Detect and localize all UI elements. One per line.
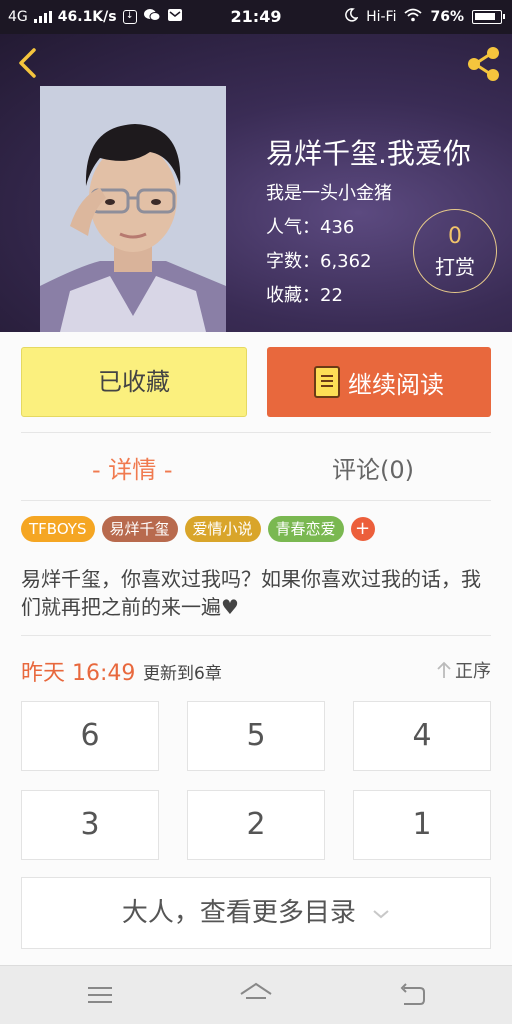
- chapter-button[interactable]: 5: [187, 701, 325, 771]
- book-title: 易烊千玺.我爱你: [266, 137, 471, 170]
- chevron-down-icon: [373, 909, 389, 918]
- tip-label: 打赏: [435, 255, 475, 279]
- battery-icon: [472, 10, 505, 24]
- moon-icon: [344, 8, 359, 26]
- chapter-button[interactable]: 4: [353, 701, 491, 771]
- menu-icon: [88, 987, 112, 1003]
- tab-detail[interactable]: - 详情 -: [92, 450, 173, 485]
- back-arrow-icon: [19, 48, 36, 78]
- tip-button[interactable]: 0 打赏: [413, 209, 497, 293]
- cover-portrait-image: [40, 86, 226, 332]
- wifi-icon: [404, 8, 423, 26]
- sort-label: 正序: [455, 661, 491, 682]
- tag-item[interactable]: TFBOYS: [21, 516, 95, 542]
- update-text: 更新到6章: [143, 664, 222, 684]
- menu-button[interactable]: [80, 980, 120, 1010]
- status-right: Hi-Fi 76%: [344, 8, 505, 26]
- share-button[interactable]: [464, 44, 504, 84]
- divider: [21, 635, 491, 636]
- back-nav-icon: [400, 983, 425, 1005]
- system-nav-bar: [0, 965, 512, 1024]
- chapter-button[interactable]: 2: [187, 790, 325, 860]
- update-time: 昨天 16:49: [21, 661, 136, 686]
- book-author: 我是一头小金猪: [266, 183, 392, 204]
- home-button[interactable]: [236, 980, 276, 1010]
- back-button[interactable]: [14, 46, 42, 80]
- battery-percent: 76%: [430, 9, 464, 25]
- tip-count: 0: [448, 224, 462, 249]
- tag-item[interactable]: 易烊千玺: [101, 516, 178, 542]
- book-icon: [314, 366, 340, 398]
- popularity-stat: 人气：436: [266, 217, 355, 238]
- home-icon: [240, 982, 272, 999]
- favorites-stat: 收藏：22: [266, 285, 343, 306]
- hifi-label: Hi-Fi: [366, 9, 397, 25]
- arrow-up-icon: [437, 661, 451, 678]
- view-more-chapters-button[interactable]: 大人，查看更多目录: [21, 877, 491, 949]
- continue-reading-label: 继续阅读: [348, 370, 444, 399]
- back-nav-button[interactable]: [392, 980, 432, 1010]
- divider: [21, 432, 491, 433]
- chapter-button[interactable]: 1: [353, 790, 491, 860]
- book-description: 易烊千玺，你喜欢过我吗？如果你喜欢过我的话，我们就再把之前的来一遍♥: [21, 567, 481, 619]
- chapter-button[interactable]: 3: [21, 790, 159, 860]
- chapter-button[interactable]: 6: [21, 701, 159, 771]
- word-count-stat: 字数：6,362: [266, 251, 372, 272]
- tag-item[interactable]: 爱情小说: [184, 516, 261, 542]
- favorited-button[interactable]: 已收藏: [21, 347, 247, 417]
- view-more-label: 大人，查看更多目录: [121, 898, 356, 928]
- add-tag-button[interactable]: +: [350, 517, 375, 541]
- share-icon: [468, 47, 499, 81]
- book-cover[interactable]: [40, 86, 226, 332]
- continue-reading-button[interactable]: 继续阅读: [267, 347, 491, 417]
- tag-item[interactable]: 青春恋爱: [267, 516, 344, 542]
- sort-toggle[interactable]: 正序: [437, 657, 491, 683]
- book-header: 易烊千玺.我爱你 我是一头小金猪 人气：436 字数：6,362 收藏：22 0…: [0, 34, 512, 332]
- divider: [21, 500, 491, 501]
- tag-list: TFBOYS 易烊千玺 爱情小说 青春恋爱 +: [21, 516, 375, 542]
- tab-comments[interactable]: 评论(0): [332, 450, 414, 485]
- status-bar: 4G 46.1K/s ↓ 21:49 Hi-Fi 76%: [0, 0, 512, 34]
